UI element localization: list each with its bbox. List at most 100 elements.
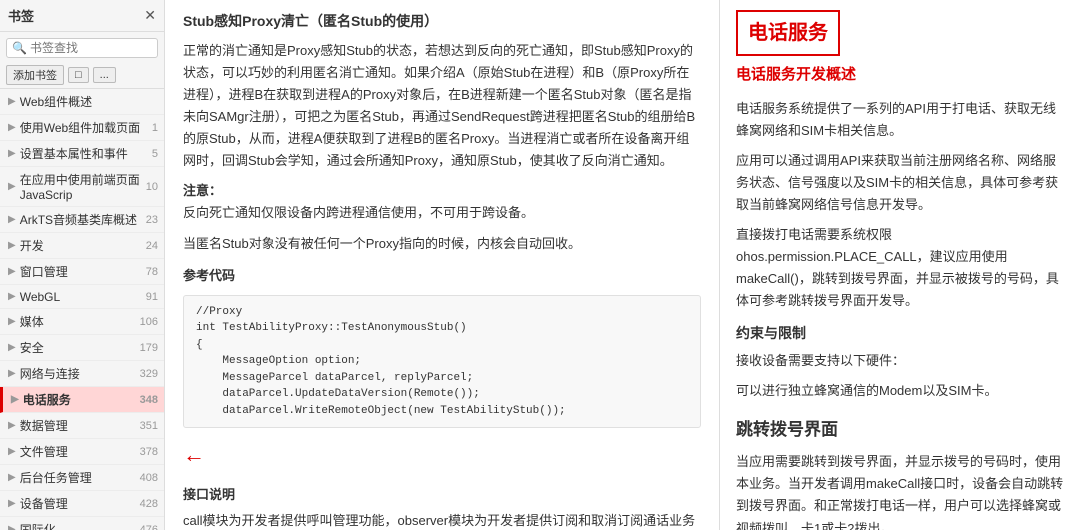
sidebar-header-icons: ✕ bbox=[144, 7, 156, 24]
nav-count-10: 329 bbox=[140, 368, 158, 380]
nav-arrow-11: ▶ bbox=[11, 394, 19, 405]
sidebar-item-14[interactable]: ▶ 后台任务管理 408 bbox=[0, 465, 164, 491]
nav-count-11: 348 bbox=[140, 394, 158, 406]
sidebar-item-7[interactable]: ▶ WebGL 91 bbox=[0, 285, 164, 309]
nav-arrow-13: ▶ bbox=[8, 446, 16, 457]
nav-arrow-12: ▶ bbox=[8, 420, 16, 431]
sidebar-item-9[interactable]: ▶ 安全 179 bbox=[0, 335, 164, 361]
jump-para: 当应用需要跳转到拨号界面，并显示拨号的号码时，使用本业务。当开发者调用makeC… bbox=[736, 451, 1064, 530]
sidebar-item-12[interactable]: ▶ 数据管理 351 bbox=[0, 413, 164, 439]
nav-label-0: Web组件概述 bbox=[20, 93, 92, 110]
right-para3: 直接拨打电话需要系统权限ohos.permission.PLACE_CALL，建… bbox=[736, 224, 1064, 312]
interface-label: 接口说明 bbox=[183, 484, 701, 506]
nav-label-3: 在应用中使用前端页面JavaScrip bbox=[20, 171, 146, 202]
nav-label-6: 窗口管理 bbox=[20, 263, 68, 280]
nav-label-13: 文件管理 bbox=[20, 443, 68, 460]
nav-label-7: WebGL bbox=[20, 290, 60, 304]
nav-label-11: 电话服务 bbox=[23, 391, 71, 408]
sidebar-title: 书签 bbox=[8, 6, 34, 25]
sidebar-item-10[interactable]: ▶ 网络与连接 329 bbox=[0, 361, 164, 387]
search-box: 🔍 bbox=[6, 38, 158, 58]
nav-arrow-6: ▶ bbox=[8, 266, 16, 277]
nav-label-9: 安全 bbox=[20, 339, 44, 356]
nav-count-2: 5 bbox=[152, 148, 158, 160]
nav-label-4: ArkTS音频基类库概述 bbox=[20, 211, 137, 228]
sidebar: 书签 ✕ 🔍 添加书签 □ ... ▶ Web组件概述 ▶ 使用Web组件加载页… bbox=[0, 0, 165, 530]
article-panel: Stub感知Proxy清亡（匿名Stub的使用） 正常的消亡通知是Proxy感知… bbox=[165, 0, 720, 530]
nav-arrow-16: ▶ bbox=[8, 524, 16, 530]
code-block: //Proxy int TestAbilityProxy::TestAnonym… bbox=[183, 295, 701, 429]
nav-arrow-7: ▶ bbox=[8, 291, 16, 302]
sidebar-item-3[interactable]: ▶ 在应用中使用前端页面JavaScrip 10 bbox=[0, 167, 164, 207]
nav-arrow-2: ▶ bbox=[8, 148, 16, 159]
nav-label-15: 设备管理 bbox=[20, 495, 68, 512]
nav-count-12: 351 bbox=[140, 420, 158, 432]
constraint-heading: 约束与限制 bbox=[736, 322, 1064, 346]
constraint-detail: 可以进行独立蜂窝通信的Modem以及SIM卡。 bbox=[736, 380, 1064, 402]
nav-arrow-10: ▶ bbox=[8, 368, 16, 379]
sidebar-item-2[interactable]: ▶ 设置基本属性和事件 5 bbox=[0, 141, 164, 167]
search-input[interactable] bbox=[30, 41, 152, 55]
nav-count-9: 179 bbox=[140, 342, 158, 354]
right-para1: 电话服务系统提供了一系列的API用于打电话、获取无线蜂窝网络和SIM卡相关信息。 bbox=[736, 98, 1064, 142]
sidebar-item-1[interactable]: ▶ 使用Web组件加载页面 1 bbox=[0, 115, 164, 141]
nav-arrow-3: ▶ bbox=[8, 181, 16, 192]
sidebar-header: 书签 ✕ bbox=[0, 0, 164, 32]
nav-count-5: 24 bbox=[146, 240, 158, 252]
nav-count-16: 476 bbox=[140, 524, 158, 530]
more-button[interactable]: □ bbox=[68, 67, 89, 83]
nav-label-8: 媒体 bbox=[20, 313, 44, 330]
add-bookmark-button[interactable]: 添加书签 bbox=[6, 65, 64, 85]
right-panel: 电话服务 电话服务开发概述 电话服务系统提供了一系列的API用于打电话、获取无线… bbox=[720, 0, 1080, 530]
sidebar-item-0[interactable]: ▶ Web组件概述 bbox=[0, 89, 164, 115]
nav-arrow-15: ▶ bbox=[8, 498, 16, 509]
sidebar-nav: ▶ Web组件概述 ▶ 使用Web组件加载页面 1 ▶ 设置基本属性和事件 5 … bbox=[0, 89, 164, 530]
search-icon: 🔍 bbox=[12, 41, 27, 55]
nav-count-1: 1 bbox=[152, 122, 158, 134]
sidebar-item-11[interactable]: ▶ 电话服务 348 bbox=[0, 387, 164, 413]
close-icon[interactable]: ✕ bbox=[144, 7, 156, 24]
nav-count-3: 10 bbox=[146, 181, 158, 193]
sidebar-item-5[interactable]: ▶ 开发 24 bbox=[0, 233, 164, 259]
nav-arrow-14: ▶ bbox=[8, 472, 16, 483]
nav-label-1: 使用Web组件加载页面 bbox=[20, 119, 140, 136]
nav-count-8: 106 bbox=[140, 316, 158, 328]
sidebar-item-8[interactable]: ▶ 媒体 106 bbox=[0, 309, 164, 335]
note-label: 注意： bbox=[183, 180, 701, 202]
nav-label-16: 国际化 bbox=[20, 521, 56, 530]
stub-paragraph: 正常的消亡通知是Proxy感知Stub的状态，若想达到反向的死亡通知，即Stub… bbox=[183, 40, 701, 173]
sidebar-item-6[interactable]: ▶ 窗口管理 78 bbox=[0, 259, 164, 285]
nav-arrow-9: ▶ bbox=[8, 342, 16, 353]
constraint-text: 接收设备需要支持以下硬件： bbox=[736, 350, 1064, 372]
nav-label-2: 设置基本属性和事件 bbox=[20, 145, 128, 162]
page-title: 电话服务 bbox=[748, 16, 828, 50]
page-subtitle: 电话服务开发概述 bbox=[736, 62, 1064, 88]
nav-arrow-4: ▶ bbox=[8, 214, 16, 225]
note-text2: 当匿名Stub对象没有被任何一个Proxy指向的时候，内核会自动回收。 bbox=[183, 233, 701, 255]
nav-count-13: 378 bbox=[140, 446, 158, 458]
sidebar-item-13[interactable]: ▶ 文件管理 378 bbox=[0, 439, 164, 465]
nav-count-15: 428 bbox=[140, 498, 158, 510]
right-para2: 应用可以通过调用API来获取当前注册网络名称、网络服务状态、信号强度以及SIM卡… bbox=[736, 150, 1064, 216]
red-arrow-icon: ← bbox=[183, 436, 205, 473]
nav-count-6: 78 bbox=[146, 266, 158, 278]
sidebar-item-16[interactable]: ▶ 国际化 476 bbox=[0, 517, 164, 530]
right-para2-text: 应用可以通过调用API来获取当前注册网络名称、网络服务状态、信号强度以及SIM卡… bbox=[736, 153, 1058, 212]
sidebar-item-4[interactable]: ▶ ArkTS音频基类库概述 23 bbox=[0, 207, 164, 233]
nav-label-12: 数据管理 bbox=[20, 417, 68, 434]
sidebar-item-15[interactable]: ▶ 设备管理 428 bbox=[0, 491, 164, 517]
ref-label: 参考代码 bbox=[183, 265, 701, 287]
jump-heading: 跳转拨号界面 bbox=[736, 416, 1064, 445]
nav-arrow-1: ▶ bbox=[8, 122, 16, 133]
nav-label-10: 网络与连接 bbox=[20, 365, 80, 382]
sidebar-toolbar: 添加书签 □ ... bbox=[0, 62, 164, 89]
main-content: Stub感知Proxy清亡（匿名Stub的使用） 正常的消亡通知是Proxy感知… bbox=[165, 0, 1080, 530]
nav-label-5: 开发 bbox=[20, 237, 44, 254]
nav-label-14: 后台任务管理 bbox=[20, 469, 92, 486]
nav-count-4: 23 bbox=[146, 214, 158, 226]
nav-count-14: 408 bbox=[140, 472, 158, 484]
nav-arrow-5: ▶ bbox=[8, 240, 16, 251]
more-options-button[interactable]: ... bbox=[93, 67, 116, 83]
nav-arrow-0: ▶ bbox=[8, 96, 16, 107]
nav-count-7: 91 bbox=[146, 291, 158, 303]
